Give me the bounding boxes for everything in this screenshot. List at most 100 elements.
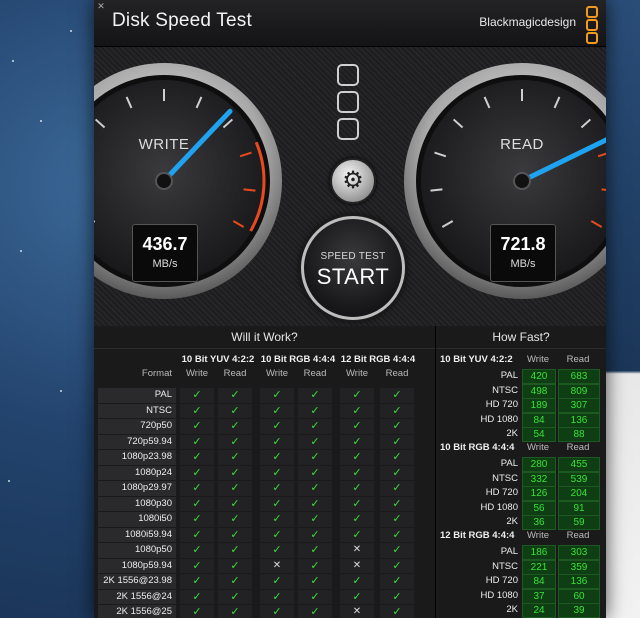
start-speed-test-button[interactable]: SPEED TEST START	[301, 216, 405, 320]
how-fast-format: PAL	[500, 370, 518, 381]
desktop-star	[20, 250, 22, 252]
preset-1-icon[interactable]	[337, 64, 359, 86]
gauge-tick	[243, 188, 256, 192]
close-icon[interactable]: ✕	[96, 1, 106, 11]
how-fast-write-value: 84	[522, 412, 556, 428]
check-icon: ✓	[260, 512, 294, 527]
how-fast-format: PAL	[500, 458, 518, 469]
how-fast-read-value: 204	[558, 486, 600, 501]
how-fast-group-title: 10 Bit YUV 4:2:2	[440, 354, 513, 365]
check-icon: ✓	[180, 403, 214, 418]
write-gauge-label: WRITE	[138, 136, 190, 153]
check-icon: ✓	[260, 481, 294, 496]
check-icon: ✓	[260, 419, 294, 434]
check-icon: ✓	[180, 481, 214, 496]
check-icon: ✓	[180, 527, 214, 542]
gauge-tick	[430, 188, 443, 192]
format-row-label: 2K 1556@24	[98, 589, 176, 604]
check-icon: ✓	[380, 543, 414, 558]
how-fast-write-value: 280	[522, 457, 556, 472]
check-icon: ✓	[218, 527, 252, 542]
how-fast-format: HD 1080	[480, 501, 519, 513]
how-fast-write-value: 37	[522, 588, 556, 604]
preset-3-icon[interactable]	[337, 118, 359, 140]
start-button-label: START	[316, 264, 390, 289]
check-icon: ✓	[298, 512, 332, 527]
how-fast-row: HD 720 189 307	[436, 398, 606, 413]
check-icon: ✓	[180, 605, 214, 618]
how-fast-title: How Fast?	[436, 326, 606, 349]
how-fast-format: 2K	[506, 604, 518, 615]
how-fast-write-value: 189	[522, 398, 556, 413]
check-icon: ✓	[380, 558, 414, 573]
how-fast-write-value: 36	[522, 515, 556, 530]
desktop-background-right	[606, 0, 640, 618]
format-row-label: 1080p24	[98, 465, 176, 480]
preset-2-icon[interactable]	[337, 91, 359, 113]
cross-icon: ✕	[340, 605, 374, 618]
check-icon: ✓	[298, 434, 332, 449]
check-icon: ✓	[380, 403, 414, 418]
check-icon: ✓	[218, 512, 252, 527]
check-icon: ✓	[218, 574, 252, 589]
check-icon: ✓	[180, 543, 214, 558]
check-icon: ✓	[298, 574, 332, 589]
check-icon: ✓	[218, 543, 252, 558]
check-icon: ✓	[340, 388, 374, 403]
how-fast-write-value: 332	[522, 471, 556, 487]
how-fast-row: HD 720 84 136	[436, 574, 606, 589]
write-gauge: WRITE 436.7 MB/s	[94, 52, 282, 322]
check-icon: ✓	[380, 589, 414, 604]
how-fast-row: HD 720 126 204	[436, 486, 606, 501]
check-icon: ✓	[340, 574, 374, 589]
format-row-label: 1080p59.94	[98, 558, 176, 573]
will-it-work-subheader: Write	[186, 368, 208, 379]
will-it-work-group-header: 12 Bit RGB 4:4:4	[340, 354, 416, 365]
check-icon: ✓	[218, 450, 252, 465]
format-row-label: 2K 1556@25	[98, 605, 176, 618]
check-icon: ✓	[298, 605, 332, 618]
how-fast-read-value: 39	[558, 603, 600, 618]
app-title: Disk Speed Test	[112, 10, 252, 31]
blackmagic-logo-icon	[586, 6, 598, 44]
will-it-work-group-header: 10 Bit RGB 4:4:4	[260, 354, 336, 365]
how-fast-write-value: 84	[522, 574, 556, 589]
will-it-work-subheader: Read	[223, 368, 247, 379]
will-it-work-title: Will it Work?	[94, 326, 435, 349]
will-it-work-subheader: Write	[266, 368, 288, 379]
check-icon: ✓	[380, 496, 414, 511]
start-button-caption: SPEED TEST	[320, 251, 386, 262]
how-fast-group-title: 10 Bit RGB 4:4:4	[440, 442, 515, 453]
check-icon: ✓	[218, 403, 252, 418]
how-fast-read-value: 303	[558, 545, 600, 560]
read-speed-value: 721.8	[500, 234, 546, 254]
check-icon: ✓	[298, 450, 332, 465]
check-icon: ✓	[218, 496, 252, 511]
how-fast-row: PAL 186 303	[436, 545, 606, 560]
check-icon: ✓	[180, 450, 214, 465]
check-icon: ✓	[380, 481, 414, 496]
check-icon: ✓	[380, 419, 414, 434]
check-icon: ✓	[218, 481, 252, 496]
how-fast-row: HD 1080 56 91	[436, 500, 606, 516]
check-icon: ✓	[298, 465, 332, 480]
check-icon: ✓	[260, 465, 294, 480]
check-icon: ✓	[340, 419, 374, 434]
how-fast-read-value: 683	[558, 369, 600, 384]
read-gauge: READ 721.8 MB/s	[404, 52, 606, 322]
check-icon: ✓	[218, 419, 252, 434]
how-fast-write-value: 126	[522, 486, 556, 501]
check-icon: ✓	[298, 543, 332, 558]
how-fast-row: NTSC 498 809	[436, 383, 606, 399]
will-it-work-subheader: Write	[346, 368, 368, 379]
format-list: PAL NTSC 720p50 720p59.94 1080p23.98 1080p24 1…	[98, 388, 176, 618]
will-it-work-subheader: Read	[385, 368, 409, 379]
check-icon: ✓	[340, 527, 374, 542]
how-fast-group-title: 12 Bit RGB 4:4:4	[440, 530, 515, 541]
read-readout: 721.8 MB/s	[490, 224, 556, 282]
settings-button[interactable]: ⚙	[330, 158, 376, 204]
how-fast-read-value: 455	[558, 457, 600, 472]
check-icon: ✓	[180, 558, 214, 573]
desktop-star	[70, 30, 72, 32]
check-icon: ✓	[218, 589, 252, 604]
